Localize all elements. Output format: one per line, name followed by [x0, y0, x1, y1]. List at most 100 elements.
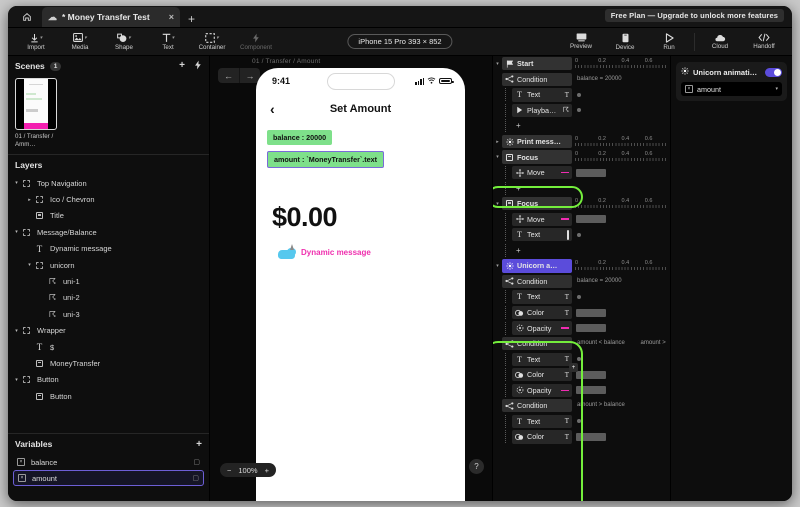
keyframe-dot[interactable] [577, 295, 581, 299]
disclosure-triangle[interactable]: ▾ [493, 154, 502, 160]
zoom-out-button[interactable]: − [227, 466, 231, 475]
layer-row[interactable]: ☈ uni-1 [8, 273, 209, 289]
layer-row[interactable]: ▾ Wrapper [8, 323, 209, 339]
home-icon[interactable] [14, 7, 40, 27]
help-button[interactable]: ? [469, 459, 484, 474]
layer-row[interactable]: ▾ Message/Balance [8, 224, 209, 240]
lightning-icon[interactable] [194, 60, 202, 73]
add-scene-button[interactable]: + [179, 60, 185, 73]
disclosure-triangle[interactable]: ▾ [493, 61, 502, 67]
node-row-opacity[interactable]: Opacity [512, 383, 572, 397]
add-node-button[interactable]: + [512, 246, 521, 255]
tool-handoff[interactable]: Handoff [742, 33, 786, 50]
node-row-color[interactable]: Color T [512, 305, 572, 320]
node-row-start[interactable]: Start [502, 57, 572, 71]
close-icon[interactable]: × [169, 12, 174, 22]
document-tab[interactable]: ☁ * Money Transfer Test × [42, 7, 180, 27]
phone-preview[interactable]: 9:41 ‹ Set Amount balance: 20000 amount… [256, 68, 465, 501]
plan-upgrade-notice[interactable]: Free Plan — Upgrade to unlock more featu… [604, 9, 784, 22]
disclosure-triangle[interactable]: ▸ [493, 139, 502, 145]
node-row-move[interactable]: Move [512, 212, 572, 226]
tool-container[interactable]: ▾ Container [190, 32, 234, 51]
node-row-color[interactable]: Color T [512, 430, 572, 444]
disclosure-triangle[interactable]: ▾ [12, 229, 21, 235]
keyframe-bar[interactable] [576, 215, 606, 224]
layer-row[interactable]: Button [8, 388, 209, 404]
tool-media[interactable]: ▾ Media [58, 33, 102, 51]
tool-run[interactable]: Run [647, 32, 691, 51]
scene-thumbnail[interactable] [15, 78, 57, 130]
tool-cloud[interactable]: Cloud [698, 34, 742, 50]
keyframe-bar[interactable] [576, 432, 606, 441]
add-node-button[interactable]: + [512, 184, 521, 193]
node-row-unicorna[interactable]: Unicorn a… [502, 259, 572, 273]
chevron-left-icon[interactable]: ‹ [270, 101, 275, 117]
keyframe-dot[interactable] [577, 232, 581, 237]
node-row-condition[interactable]: Condition [502, 399, 572, 413]
keyframe-dot[interactable] [577, 92, 581, 97]
layer-row[interactable]: T $ [8, 339, 209, 355]
scene-card[interactable]: 01 / Transfer / Amm… [15, 78, 57, 148]
tool-device[interactable]: Device [603, 33, 647, 51]
node-row-focus[interactable]: Focus [502, 197, 572, 211]
layer-row[interactable]: MoneyTransfer [8, 355, 209, 371]
node-row-text[interactable]: T Text T [512, 290, 572, 304]
keyframe-dot[interactable] [577, 108, 581, 113]
node-row-focus[interactable]: Focus [502, 150, 572, 164]
disclosure-triangle[interactable]: ▾ [12, 180, 21, 186]
layer-row[interactable]: ▾ Top Navigation [8, 175, 209, 191]
trash-icon[interactable]: ▢ [192, 474, 199, 482]
disclosure-triangle[interactable]: ▾ [493, 263, 502, 269]
device-selector[interactable]: iPhone 15 Pro 393 × 852 [347, 34, 453, 49]
disclosure-triangle[interactable]: ▾ [25, 262, 34, 268]
layer-row[interactable]: T Dynamic message [8, 241, 209, 257]
node-row-condition[interactable]: Condition [502, 336, 572, 351]
node-row-printmess[interactable]: Print mess… [502, 134, 572, 149]
tool-import[interactable]: ▾ Import [14, 33, 58, 51]
ruler-tick: 0.2 [598, 151, 606, 158]
layer-row[interactable]: ▾ unicorn [8, 257, 209, 273]
node-row-condition[interactable]: Condition [502, 72, 572, 86]
node-row-text[interactable]: T Text [512, 228, 572, 242]
disclosure-triangle[interactable]: ▾ [12, 377, 21, 383]
node-row-text[interactable]: T Text T [512, 88, 572, 102]
keyframe-dot[interactable] [577, 357, 581, 362]
keyframe-bar[interactable] [576, 324, 606, 333]
node-row-condition[interactable]: Condition [502, 274, 572, 289]
tool-component[interactable]: Component [234, 33, 278, 51]
keyframe-bar[interactable] [576, 308, 606, 317]
node-row-move[interactable]: Move [512, 165, 572, 180]
keyframe-dot[interactable] [577, 419, 581, 424]
arrow-left-icon[interactable]: ← [218, 68, 239, 83]
canvas-area[interactable]: 01 / Transfer / Amount ← → 9:41 ‹ Set Am… [210, 56, 492, 501]
add-variable-button[interactable]: + [196, 439, 202, 450]
variable-row[interactable]: × balance ▢ [13, 454, 204, 470]
trash-icon[interactable]: ▢ [193, 458, 200, 466]
keyframe-bar[interactable] [576, 370, 606, 379]
layer-row[interactable]: ▾ Button [8, 372, 209, 388]
disclosure-triangle[interactable]: ▾ [12, 328, 21, 334]
layer-row[interactable]: ☈ uni-2 [8, 290, 209, 306]
node-row-opacity[interactable]: Opacity [512, 321, 572, 335]
enable-toggle[interactable] [765, 67, 782, 77]
tool-text[interactable]: ▾ Text [146, 33, 190, 51]
node-row-text[interactable]: T Text T [512, 352, 572, 366]
keyframe-bar[interactable] [576, 168, 606, 177]
node-row-playba[interactable]: Playba… ☈ [512, 103, 572, 118]
tool-shape[interactable]: ▾ Shape [102, 33, 146, 51]
keyframe-bar[interactable] [576, 386, 606, 395]
layer-row[interactable]: ☈ uni-3 [8, 306, 209, 322]
add-node-badge[interactable]: + [569, 363, 578, 372]
variable-select[interactable]: × amount ▾ [681, 82, 782, 96]
new-tab-button[interactable]: + [180, 13, 203, 27]
layer-row[interactable]: Title [8, 208, 209, 224]
variable-row[interactable]: × amount ▢ [13, 470, 204, 486]
disclosure-triangle[interactable]: ▾ [493, 201, 502, 207]
layer-row[interactable]: ▸ Ico / Chevron [8, 191, 209, 207]
disclosure-triangle[interactable]: ▸ [25, 197, 34, 203]
add-node-button[interactable]: + [512, 121, 521, 130]
node-row-color[interactable]: Color T [512, 368, 572, 382]
tool-preview[interactable]: Preview [559, 33, 603, 50]
zoom-in-button[interactable]: + [265, 466, 269, 475]
node-row-text[interactable]: T Text T [512, 414, 572, 428]
